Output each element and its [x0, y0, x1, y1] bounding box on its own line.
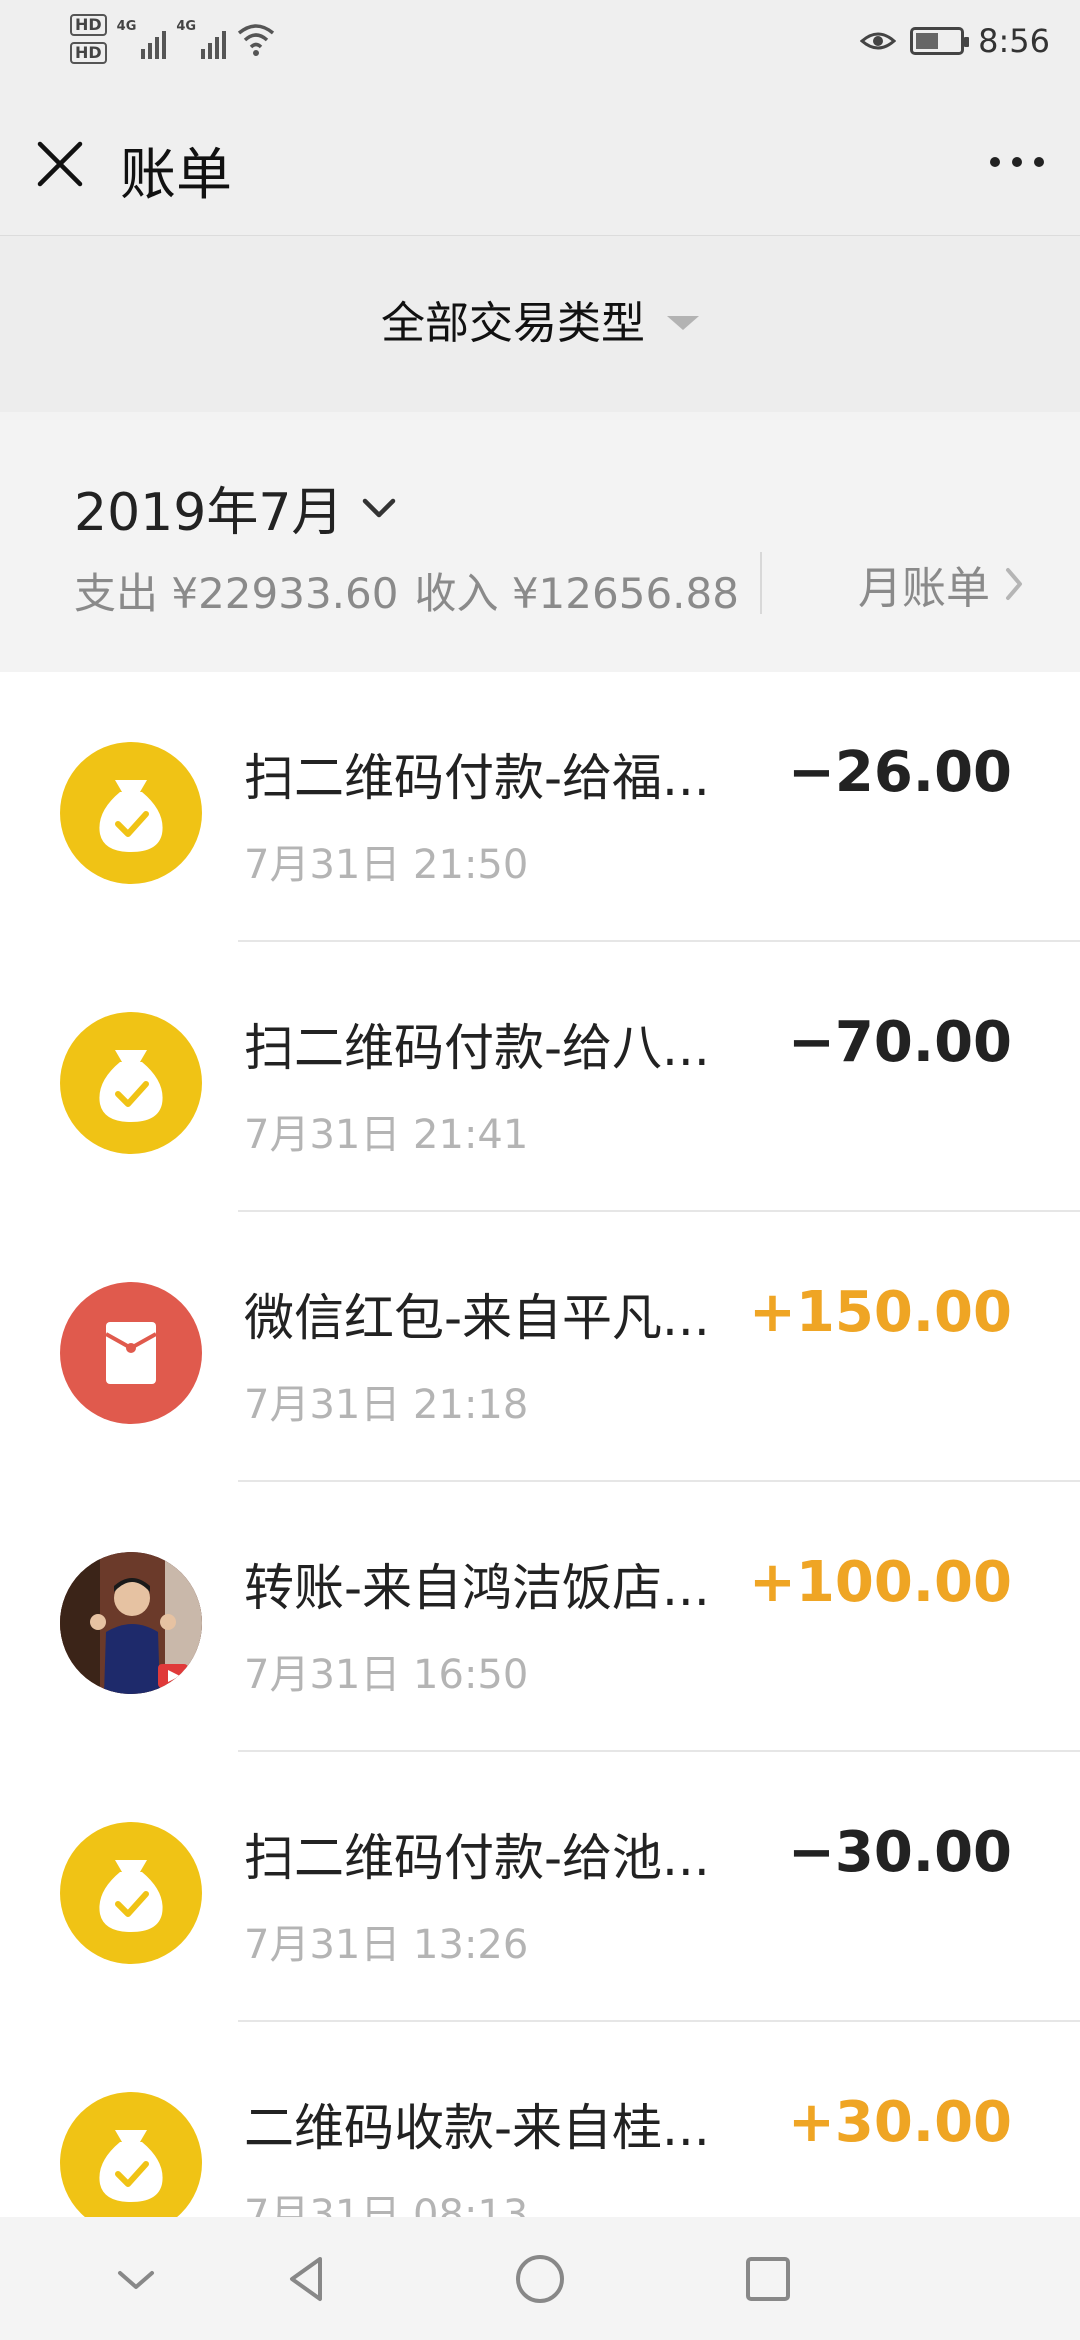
- monthly-bill-label: 月账单: [858, 563, 990, 614]
- more-options-icon[interactable]: [982, 142, 1052, 182]
- transaction-title: 扫二维码付款-给池...: [244, 1829, 710, 1887]
- expense-total: 支出 ¥22933.60: [74, 569, 399, 618]
- wifi-icon: [237, 24, 275, 56]
- hd-indicators: HD HD: [70, 14, 107, 64]
- money-bag-icon: [60, 1012, 202, 1154]
- transaction-time: 7月31日 21:50: [244, 842, 529, 888]
- transaction-amount: −30.00: [787, 1820, 1012, 1885]
- transaction-time: 7月31日 21:18: [244, 1382, 529, 1428]
- transaction-time: 7月31日 21:41: [244, 1112, 529, 1158]
- transaction-row[interactable]: 转账-来自鸿洁饭店... 7月31日 16:50 +100.00: [0, 1482, 1080, 1752]
- clock: 8:56: [978, 22, 1050, 60]
- transaction-amount: +150.00: [748, 1280, 1012, 1345]
- transaction-row[interactable]: 扫二维码付款-给八... 7月31日 21:41 −70.00: [0, 942, 1080, 1212]
- chevron-down-icon: [363, 498, 396, 517]
- transaction-amount: +100.00: [748, 1550, 1012, 1615]
- hd-sim2-icon: HD: [70, 42, 107, 64]
- month-totals: 支出 ¥22933.60 收入 ¥12656.88: [74, 560, 739, 621]
- money-bag-icon: [60, 1822, 202, 1964]
- transaction-row[interactable]: 微信红包-来自平凡... 7月31日 21:18 +150.00: [0, 1212, 1080, 1482]
- battery-icon: [910, 27, 970, 55]
- status-bar: HD HD 4G 4G 8:56: [0, 0, 1080, 92]
- transaction-row[interactable]: 二维码收款-来自桂... 7月31日 08:13 +30.00: [0, 2022, 1080, 2217]
- transaction-type-filter-bar: 全部交易类型: [0, 237, 1080, 412]
- transaction-title: 扫二维码付款-给福...: [244, 749, 710, 807]
- network-type-label: 4G: [176, 19, 197, 34]
- close-icon[interactable]: [28, 132, 92, 196]
- home-circle-icon[interactable]: [508, 2247, 572, 2311]
- signal-sim1-icon: 4G: [117, 19, 167, 59]
- transaction-time: 7月31日 16:50: [244, 1652, 529, 1698]
- month-label: 2019年7月: [74, 483, 344, 543]
- transaction-time: 7月31日 13:26: [244, 1922, 529, 1968]
- transaction-title: 扫二维码付款-给八...: [244, 1019, 710, 1077]
- vertical-divider: [760, 552, 762, 614]
- transaction-type-filter-button[interactable]: 全部交易类型: [0, 287, 1080, 351]
- eye-comfort-icon: [860, 32, 897, 50]
- transaction-amount: +30.00: [787, 2090, 1012, 2155]
- user-photo-avatar: [60, 1552, 202, 1694]
- transaction-row[interactable]: 扫二维码付款-给池... 7月31日 13:26 −30.00: [0, 1752, 1080, 2022]
- income-total: 收入 ¥12656.88: [414, 569, 739, 618]
- transaction-title: 转账-来自鸿洁饭店...: [244, 1559, 710, 1617]
- page-title: 账单: [120, 143, 232, 208]
- network-type-label: 4G: [116, 19, 137, 34]
- transaction-amount: −70.00: [787, 1010, 1012, 1075]
- monthly-bill-link[interactable]: 月账单: [858, 552, 1024, 616]
- back-triangle-icon[interactable]: [276, 2247, 340, 2311]
- month-selector[interactable]: 2019年7月: [74, 470, 397, 545]
- month-summary: 2019年7月 支出 ¥22933.60 收入 ¥12656.88 月账单: [0, 412, 1080, 672]
- red-packet-icon: [60, 1282, 202, 1424]
- signal-sim2-icon: 4G: [176, 19, 227, 59]
- money-bag-icon: [60, 742, 202, 884]
- status-left: HD HD 4G 4G: [70, 14, 276, 64]
- transaction-list: 扫二维码付款-给福... 7月31日 21:50 −26.00 扫二维码付款-给…: [0, 672, 1080, 2217]
- chevron-right-icon: [1006, 568, 1022, 600]
- transaction-amount: −26.00: [787, 740, 1012, 805]
- transaction-row[interactable]: 扫二维码付款-给福... 7月31日 21:50 −26.00: [0, 672, 1080, 942]
- status-right: 8:56: [860, 22, 1050, 60]
- filter-label: 全部交易类型: [381, 298, 645, 349]
- transaction-title: 二维码收款-来自桂...: [244, 2099, 710, 2157]
- hd-sim1-icon: HD: [70, 14, 107, 36]
- system-navigation-bar: [0, 2217, 1080, 2340]
- recents-square-icon[interactable]: [736, 2247, 800, 2311]
- money-bag-icon: [60, 2092, 202, 2217]
- title-bar: 账单: [0, 92, 1080, 236]
- transaction-time: 7月31日 08:13: [244, 2192, 529, 2217]
- transaction-title: 微信红包-来自平凡...: [244, 1289, 710, 1347]
- hide-keyboard-chevron-icon[interactable]: [104, 2247, 168, 2311]
- dropdown-triangle-icon: [667, 316, 699, 330]
